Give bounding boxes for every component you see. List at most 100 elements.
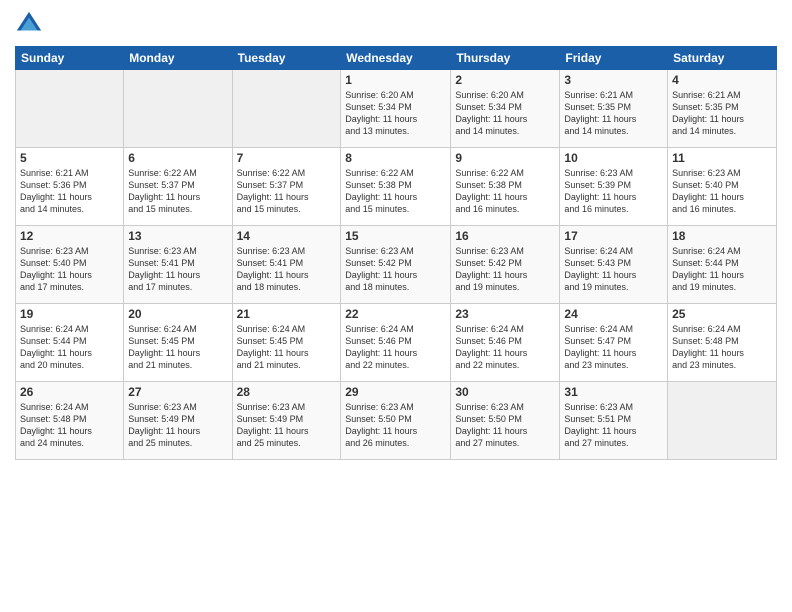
calendar-cell: 2 Sunrise: 6:20 AM Sunset: 5:34 PM Daylig… bbox=[451, 70, 560, 148]
day-number: 31 bbox=[564, 385, 663, 399]
day-number: 15 bbox=[345, 229, 446, 243]
calendar-cell: 22 Sunrise: 6:24 AM Sunset: 5:46 PM Dayli… bbox=[341, 304, 451, 382]
day-info: Sunrise: 6:24 AM Sunset: 5:44 PM Dayligh… bbox=[672, 245, 772, 294]
day-info: Sunrise: 6:24 AM Sunset: 5:45 PM Dayligh… bbox=[128, 323, 227, 372]
weekday-header-wednesday: Wednesday bbox=[341, 47, 451, 70]
day-number: 26 bbox=[20, 385, 119, 399]
day-info: Sunrise: 6:23 AM Sunset: 5:41 PM Dayligh… bbox=[237, 245, 337, 294]
day-number: 27 bbox=[128, 385, 227, 399]
day-info: Sunrise: 6:23 AM Sunset: 5:40 PM Dayligh… bbox=[672, 167, 772, 216]
day-info: Sunrise: 6:20 AM Sunset: 5:34 PM Dayligh… bbox=[455, 89, 555, 138]
weekday-header-thursday: Thursday bbox=[451, 47, 560, 70]
calendar-cell: 24 Sunrise: 6:24 AM Sunset: 5:47 PM Dayli… bbox=[560, 304, 668, 382]
calendar: SundayMondayTuesdayWednesdayThursdayFrid… bbox=[15, 46, 777, 460]
day-info: Sunrise: 6:23 AM Sunset: 5:49 PM Dayligh… bbox=[237, 401, 337, 450]
day-info: Sunrise: 6:22 AM Sunset: 5:38 PM Dayligh… bbox=[345, 167, 446, 216]
calendar-cell: 7 Sunrise: 6:22 AM Sunset: 5:37 PM Daylig… bbox=[232, 148, 341, 226]
calendar-cell: 21 Sunrise: 6:24 AM Sunset: 5:45 PM Dayli… bbox=[232, 304, 341, 382]
day-info: Sunrise: 6:22 AM Sunset: 5:38 PM Dayligh… bbox=[455, 167, 555, 216]
day-number: 1 bbox=[345, 73, 446, 87]
day-number: 2 bbox=[455, 73, 555, 87]
calendar-cell: 12 Sunrise: 6:23 AM Sunset: 5:40 PM Dayli… bbox=[16, 226, 124, 304]
calendar-cell: 29 Sunrise: 6:23 AM Sunset: 5:50 PM Dayli… bbox=[341, 382, 451, 460]
day-number: 20 bbox=[128, 307, 227, 321]
weekday-header-row: SundayMondayTuesdayWednesdayThursdayFrid… bbox=[16, 47, 777, 70]
day-number: 17 bbox=[564, 229, 663, 243]
week-row-4: 19 Sunrise: 6:24 AM Sunset: 5:44 PM Dayli… bbox=[16, 304, 777, 382]
day-number: 9 bbox=[455, 151, 555, 165]
day-info: Sunrise: 6:24 AM Sunset: 5:46 PM Dayligh… bbox=[345, 323, 446, 372]
calendar-cell: 19 Sunrise: 6:24 AM Sunset: 5:44 PM Dayli… bbox=[16, 304, 124, 382]
day-number: 16 bbox=[455, 229, 555, 243]
day-info: Sunrise: 6:23 AM Sunset: 5:39 PM Dayligh… bbox=[564, 167, 663, 216]
calendar-cell: 17 Sunrise: 6:24 AM Sunset: 5:43 PM Dayli… bbox=[560, 226, 668, 304]
calendar-cell: 15Sunrise: 6:23 AM Sunset: 5:42 PM Dayli… bbox=[341, 226, 451, 304]
day-info: Sunrise: 6:22 AM Sunset: 5:37 PM Dayligh… bbox=[128, 167, 227, 216]
day-info: Sunrise: 6:21 AM Sunset: 5:36 PM Dayligh… bbox=[20, 167, 119, 216]
calendar-cell: 8 Sunrise: 6:22 AM Sunset: 5:38 PM Daylig… bbox=[341, 148, 451, 226]
week-row-1: 1 Sunrise: 6:20 AM Sunset: 5:34 PM Daylig… bbox=[16, 70, 777, 148]
day-info: Sunrise: 6:23 AM Sunset: 5:51 PM Dayligh… bbox=[564, 401, 663, 450]
day-number: 3 bbox=[564, 73, 663, 87]
calendar-cell: 18 Sunrise: 6:24 AM Sunset: 5:44 PM Dayli… bbox=[668, 226, 777, 304]
calendar-cell bbox=[232, 70, 341, 148]
week-row-5: 26 Sunrise: 6:24 AM Sunset: 5:48 PM Dayli… bbox=[16, 382, 777, 460]
calendar-cell: 6Sunrise: 6:22 AM Sunset: 5:37 PM Daylig… bbox=[124, 148, 232, 226]
day-info: Sunrise: 6:23 AM Sunset: 5:41 PM Dayligh… bbox=[128, 245, 227, 294]
day-number: 4 bbox=[672, 73, 772, 87]
logo bbox=[15, 10, 45, 38]
day-info: Sunrise: 6:23 AM Sunset: 5:42 PM Dayligh… bbox=[455, 245, 555, 294]
day-info: Sunrise: 6:23 AM Sunset: 5:50 PM Dayligh… bbox=[455, 401, 555, 450]
day-info: Sunrise: 6:21 AM Sunset: 5:35 PM Dayligh… bbox=[672, 89, 772, 138]
calendar-cell: 4 Sunrise: 6:21 AM Sunset: 5:35 PM Daylig… bbox=[668, 70, 777, 148]
day-info: Sunrise: 6:24 AM Sunset: 5:45 PM Dayligh… bbox=[237, 323, 337, 372]
day-number: 11 bbox=[672, 151, 772, 165]
calendar-cell bbox=[16, 70, 124, 148]
day-info: Sunrise: 6:24 AM Sunset: 5:44 PM Dayligh… bbox=[20, 323, 119, 372]
day-info: Sunrise: 6:21 AM Sunset: 5:35 PM Dayligh… bbox=[564, 89, 663, 138]
day-number: 22 bbox=[345, 307, 446, 321]
day-info: Sunrise: 6:23 AM Sunset: 5:49 PM Dayligh… bbox=[128, 401, 227, 450]
day-number: 8 bbox=[345, 151, 446, 165]
day-number: 13 bbox=[128, 229, 227, 243]
day-number: 14 bbox=[237, 229, 337, 243]
page: SundayMondayTuesdayWednesdayThursdayFrid… bbox=[0, 0, 792, 612]
weekday-header-sunday: Sunday bbox=[16, 47, 124, 70]
day-info: Sunrise: 6:23 AM Sunset: 5:50 PM Dayligh… bbox=[345, 401, 446, 450]
header bbox=[15, 10, 777, 38]
calendar-cell: 25Sunrise: 6:24 AM Sunset: 5:48 PM Dayli… bbox=[668, 304, 777, 382]
calendar-cell: 20 Sunrise: 6:24 AM Sunset: 5:45 PM Dayli… bbox=[124, 304, 232, 382]
day-info: Sunrise: 6:23 AM Sunset: 5:40 PM Dayligh… bbox=[20, 245, 119, 294]
calendar-cell bbox=[668, 382, 777, 460]
day-number: 5 bbox=[20, 151, 119, 165]
calendar-cell: 10 Sunrise: 6:23 AM Sunset: 5:39 PM Dayli… bbox=[560, 148, 668, 226]
weekday-header-monday: Monday bbox=[124, 47, 232, 70]
calendar-cell: 13 Sunrise: 6:23 AM Sunset: 5:41 PM Dayli… bbox=[124, 226, 232, 304]
day-number: 23 bbox=[455, 307, 555, 321]
day-number: 7 bbox=[237, 151, 337, 165]
calendar-cell: 3 Sunrise: 6:21 AM Sunset: 5:35 PM Daylig… bbox=[560, 70, 668, 148]
day-info: Sunrise: 6:24 AM Sunset: 5:48 PM Dayligh… bbox=[20, 401, 119, 450]
calendar-cell bbox=[124, 70, 232, 148]
day-number: 12 bbox=[20, 229, 119, 243]
day-number: 21 bbox=[237, 307, 337, 321]
day-info: Sunrise: 6:24 AM Sunset: 5:43 PM Dayligh… bbox=[564, 245, 663, 294]
day-info: Sunrise: 6:22 AM Sunset: 5:37 PM Dayligh… bbox=[237, 167, 337, 216]
week-row-2: 5 Sunrise: 6:21 AM Sunset: 5:36 PM Daylig… bbox=[16, 148, 777, 226]
day-info: Sunrise: 6:24 AM Sunset: 5:48 PM Dayligh… bbox=[672, 323, 772, 372]
day-number: 18 bbox=[672, 229, 772, 243]
logo-icon bbox=[15, 10, 43, 38]
calendar-cell: 27 Sunrise: 6:23 AM Sunset: 5:49 PM Dayli… bbox=[124, 382, 232, 460]
calendar-cell: 5 Sunrise: 6:21 AM Sunset: 5:36 PM Daylig… bbox=[16, 148, 124, 226]
calendar-cell: 11 Sunrise: 6:23 AM Sunset: 5:40 PM Dayli… bbox=[668, 148, 777, 226]
day-info: Sunrise: 6:24 AM Sunset: 5:47 PM Dayligh… bbox=[564, 323, 663, 372]
weekday-header-friday: Friday bbox=[560, 47, 668, 70]
day-number: 10 bbox=[564, 151, 663, 165]
day-number: 29 bbox=[345, 385, 446, 399]
calendar-cell: 31 Sunrise: 6:23 AM Sunset: 5:51 PM Dayli… bbox=[560, 382, 668, 460]
day-number: 19 bbox=[20, 307, 119, 321]
day-number: 24 bbox=[564, 307, 663, 321]
day-number: 28 bbox=[237, 385, 337, 399]
weekday-header-saturday: Saturday bbox=[668, 47, 777, 70]
calendar-cell: 1Sunrise: 6:20 AM Sunset: 5:34 PM Daylig… bbox=[341, 70, 451, 148]
